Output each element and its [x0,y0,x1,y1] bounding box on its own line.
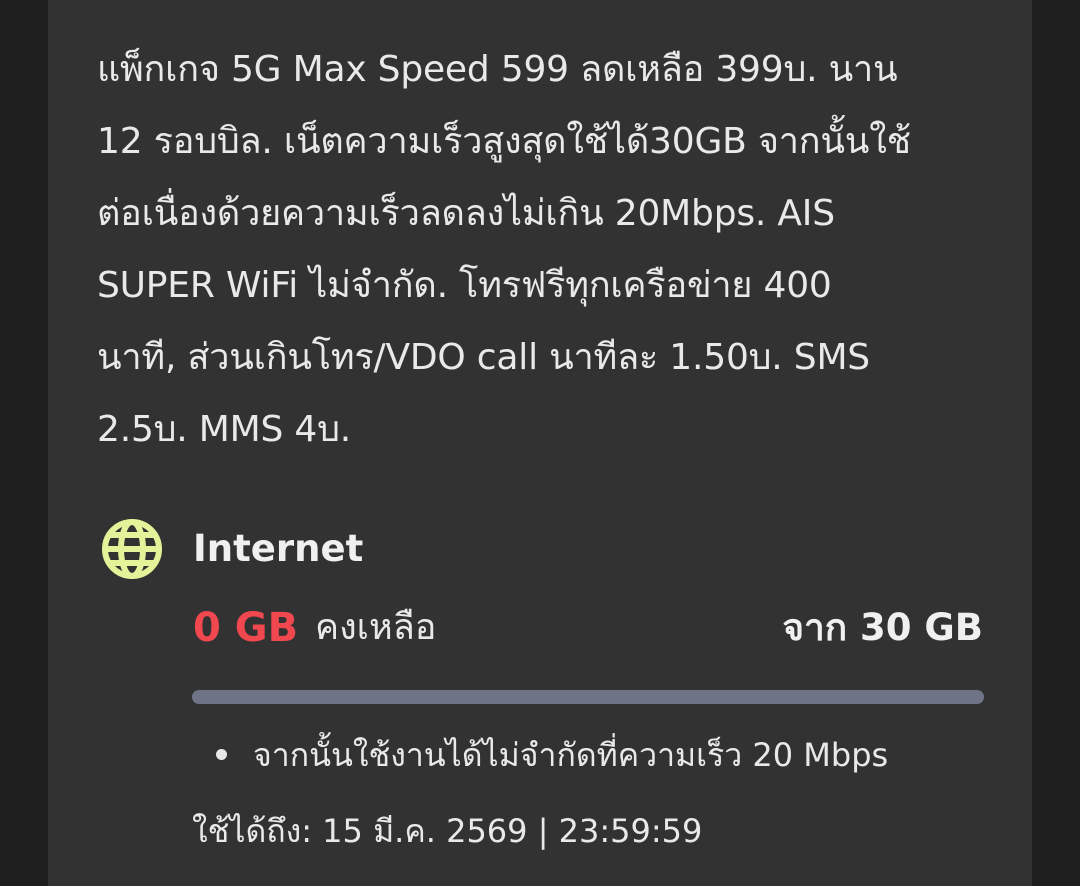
speed-note: จากนั้นใช้งานได้ไม่จำกัดที่ความเร็ว 20 M… [253,736,889,774]
usage-row: 0 GB คงเหลือ จาก 30 GB [193,600,983,656]
package-description: แพ็กเกจ 5G Max Speed 599 ลดเหลือ 399บ. น… [97,49,911,450]
globe-icon [100,517,164,581]
package-card: แพ็กเกจ 5G Max Speed 599 ลดเหลือ 399บ. น… [48,0,1032,886]
section-title-internet: Internet [193,527,364,570]
bullet-dot-icon [216,749,227,760]
total-quota-label: จาก 30 GB [782,606,983,649]
remaining-data-value: 0 GB [193,605,299,651]
valid-until-text: ใช้ได้ถึง: 15 มี.ค. 2569 | 23:59:59 [192,812,703,850]
data-usage-progress-bar [192,690,984,704]
remaining-label: คงเหลือ [315,607,437,648]
